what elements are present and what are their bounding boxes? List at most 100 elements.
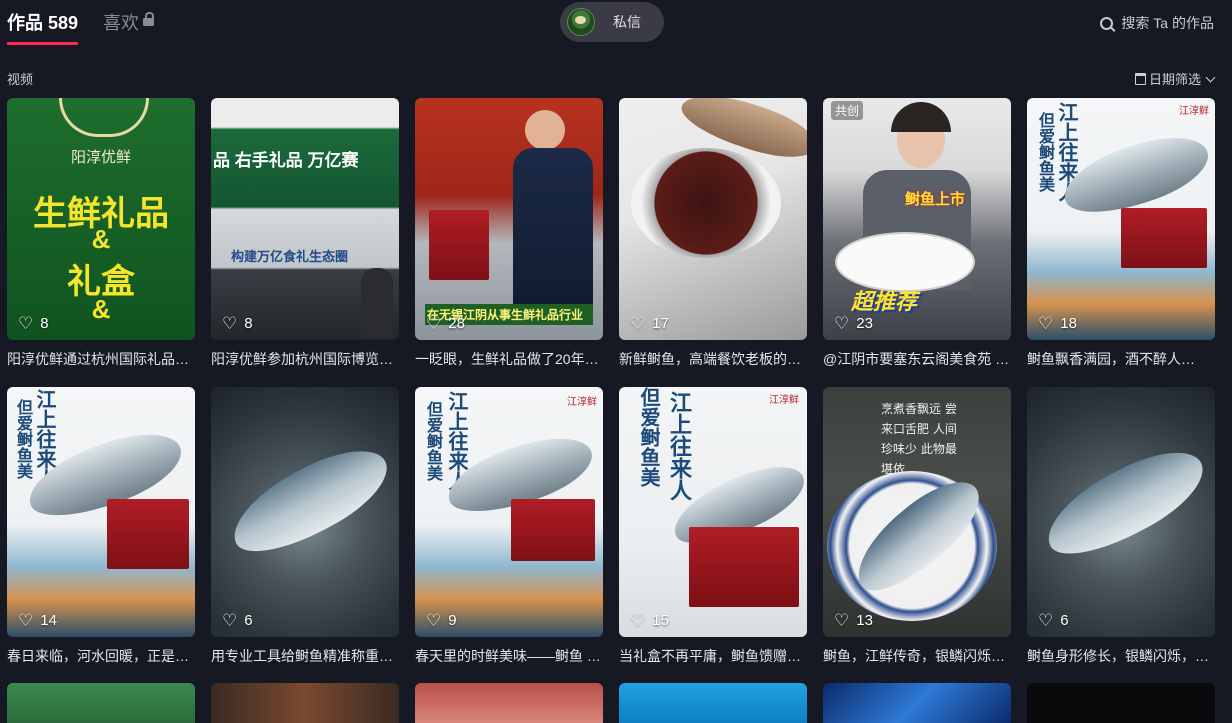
video-card[interactable] [619, 683, 807, 723]
video-thumbnail[interactable] [1027, 683, 1215, 723]
video-thumbnail[interactable] [823, 683, 1011, 723]
video-card[interactable]: 鲥鱼上市 超推荐 共创 ♡ 23 @江阴市要塞东云阁美食苑 … [823, 98, 1011, 369]
like-count: ♡ 15 [630, 611, 669, 630]
video-card[interactable] [1027, 683, 1215, 723]
video-title[interactable]: 春日来临，河水回暖，正是… [7, 646, 195, 666]
video-card[interactable]: ♡ 6 鲥鱼身形修长，银鳞闪烁，… [1027, 387, 1215, 666]
like-count: ♡ 6 [222, 611, 253, 630]
video-title[interactable]: 阳淳优鲜通过杭州国际礼品… [7, 349, 195, 369]
video-card[interactable] [7, 683, 195, 723]
thumb-poem: 江上往来人 [666, 391, 692, 501]
video-card[interactable]: ♡ 17 新鲜鲥鱼，高端餐饮老板的… [619, 98, 807, 369]
person-silhouette [361, 268, 393, 338]
tab-works[interactable]: 作品 589 [7, 0, 79, 47]
thumb-poem-2: 但爱鲥鱼美 [1036, 112, 1055, 192]
video-card[interactable] [415, 683, 603, 723]
video-thumbnail[interactable] [415, 683, 603, 723]
section-title: 视频 [7, 72, 34, 87]
video-card[interactable]: 阳淳优鲜 生鲜礼品 & 礼盒 & ♡ 8 阳淳优鲜通过杭州国际礼品… [7, 98, 195, 369]
chevron-down-icon [1205, 72, 1216, 82]
video-thumbnail[interactable] [619, 683, 807, 723]
video-title[interactable]: 春天里的时鲜美味——鲥鱼 … [415, 646, 603, 666]
video-thumbnail[interactable] [211, 683, 399, 723]
like-count: ♡ 18 [1038, 314, 1077, 333]
video-title[interactable]: 鲥鱼飘香满园，酒不醉人… [1027, 349, 1215, 369]
video-title[interactable]: 鲥鱼，江鲜传奇，银鳞闪烁… [823, 646, 1011, 666]
video-thumbnail[interactable]: 江上往来人 但爱鲥鱼美 江淳鲜 ♡ 9 [415, 387, 603, 637]
thumb-poem-2: 但爱鲥鱼美 [14, 399, 33, 479]
search-label: 搜索 Ta 的作品 [1121, 15, 1214, 31]
like-count: ♡ 23 [834, 314, 873, 333]
person-hair [891, 102, 951, 132]
video-card[interactable]: 江上往来人 但爱鲥鱼美 江淳鲜 ♡ 9 春天里的时鲜美味——鲥鱼 … [415, 387, 603, 666]
brand-logo [59, 98, 149, 137]
video-thumbnail[interactable]: 江上往来人 但爱鲥鱼美 江淳鲜 ♡ 18 [1027, 98, 1215, 340]
search-works-button[interactable]: 搜索 Ta 的作品 [1100, 13, 1214, 33]
gift-box [1121, 208, 1207, 268]
like-count: ♡ 9 [426, 611, 457, 630]
video-thumbnail[interactable]: ♡ 6 [211, 387, 399, 637]
fish-image [1034, 434, 1215, 572]
like-count: ♡ 6 [1038, 611, 1069, 630]
search-icon [1100, 16, 1114, 30]
video-card[interactable]: 江上往来人 但爱鲥鱼美 ♡ 14 春日来临，河水回暖，正是… [7, 387, 195, 666]
tab-likes[interactable]: 喜欢 [103, 0, 155, 47]
date-filter-label: 日期筛选 [1148, 72, 1201, 87]
thumb-tag: 鲥鱼上市 [905, 191, 966, 208]
like-count: ♡ 8 [18, 314, 49, 333]
calendar-icon [1134, 72, 1146, 85]
video-title[interactable]: 阳淳优鲜参加杭州国际博览… [211, 349, 399, 369]
video-thumbnail[interactable]: ♡ 6 [1027, 387, 1215, 637]
video-thumbnail[interactable]: 品 右手礼品 万亿赛 构建万亿食礼生态圈 ♡ 8 [211, 98, 399, 340]
avatar [567, 8, 595, 36]
like-count: ♡ 28 [426, 314, 465, 333]
gift-box [429, 210, 489, 280]
video-card[interactable]: 烹煮香飘远 尝来口舌肥 人间珍味少 此物最堪依 ♡ 13 鲥鱼，江鲜传奇，银鳞闪烁… [823, 387, 1011, 666]
like-count: ♡ 8 [222, 314, 253, 333]
video-title[interactable]: 新鲜鲥鱼，高端餐饮老板的… [619, 349, 807, 369]
video-thumbnail[interactable] [7, 683, 195, 723]
thumb-amp: & [91, 224, 111, 254]
thumb-brand: 江淳鲜 [769, 395, 799, 406]
video-title[interactable]: 一眨眼，生鲜礼品做了20年… [415, 349, 603, 369]
thumb-headline: 超推荐 [851, 289, 918, 314]
thumb-poem-2: 但爱鲥鱼美 [637, 387, 661, 487]
video-card[interactable]: 在无锡江阴从事生鲜礼品行业 ♡ 28 一眨眼，生鲜礼品做了20年… [415, 98, 603, 369]
video-thumbnail[interactable]: 江上往来人 但爱鲥鱼美 ♡ 14 [7, 387, 195, 637]
heart-icon: ♡ [426, 314, 442, 333]
heart-icon: ♡ [1038, 314, 1054, 333]
gift-box [511, 499, 595, 561]
video-thumbnail[interactable]: 阳淳优鲜 生鲜礼品 & 礼盒 & ♡ 8 [7, 98, 195, 340]
video-thumbnail[interactable]: 在无锡江阴从事生鲜礼品行业 ♡ 28 [415, 98, 603, 340]
video-card[interactable]: 江上往来人 但爱鲥鱼美 江淳鲜 ♡ 18 鲥鱼飘香满园，酒不醉人… [1027, 98, 1215, 369]
heart-icon: ♡ [630, 611, 646, 630]
lock-icon [143, 12, 155, 26]
heart-icon: ♡ [834, 611, 850, 630]
video-title[interactable]: 用专业工具给鲥鱼精准称重… [211, 646, 399, 666]
video-thumbnail[interactable]: 江上往来人 但爱鲥鱼美 江淳鲜 ♡ 15 [619, 387, 807, 637]
fish-image [219, 432, 399, 570]
video-thumbnail[interactable]: ♡ 17 [619, 98, 807, 340]
gift-box [689, 527, 799, 607]
video-card[interactable]: ♡ 6 用专业工具给鲥鱼精准称重… [211, 387, 399, 666]
video-thumbnail[interactable]: 鲥鱼上市 超推荐 共创 ♡ 23 [823, 98, 1011, 340]
thumb-subtitle: 构建万亿食礼生态圈 [231, 249, 349, 264]
direct-message-button[interactable]: 私信 [560, 2, 664, 42]
video-card[interactable] [823, 683, 1011, 723]
video-title[interactable]: @江阴市要塞东云阁美食苑 … [823, 349, 1011, 369]
heart-icon: ♡ [222, 611, 238, 630]
video-card[interactable]: 品 右手礼品 万亿赛 构建万亿食礼生态圈 ♡ 8 阳淳优鲜参加杭州国际博览… [211, 98, 399, 369]
like-count: ♡ 13 [834, 611, 873, 630]
person-suit [513, 148, 593, 318]
video-title[interactable]: 鲥鱼身形修长，银鳞闪烁，… [1027, 646, 1215, 666]
date-filter-button[interactable]: 日期筛选 [1134, 69, 1216, 88]
thumb-brand: 阳淳优鲜 [70, 148, 131, 166]
thumb-banner: 品 右手礼品 万亿赛 [213, 151, 359, 170]
video-card[interactable] [211, 683, 399, 723]
video-thumbnail[interactable]: 烹煮香飘远 尝来口舌肥 人间珍味少 此物最堪依 ♡ 13 [823, 387, 1011, 637]
video-title[interactable]: 当礼盒不再平庸，鲥鱼馈赠… [619, 646, 807, 666]
like-count: ♡ 17 [630, 314, 669, 333]
video-card[interactable]: 江上往来人 但爱鲥鱼美 江淳鲜 ♡ 15 当礼盒不再平庸，鲥鱼馈赠… [619, 387, 807, 666]
heart-icon: ♡ [834, 314, 850, 333]
heart-icon: ♡ [630, 314, 646, 333]
